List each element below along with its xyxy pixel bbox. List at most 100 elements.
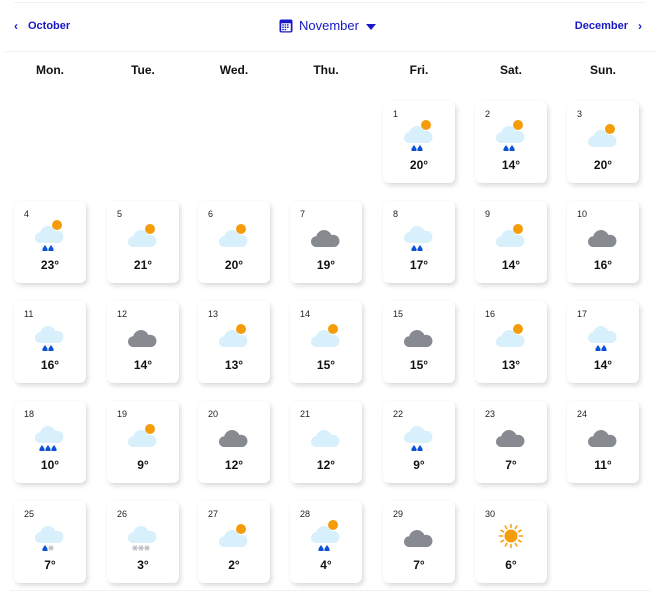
day-cell[interactable]: 5 21° — [107, 201, 179, 283]
chevron-right-icon: › — [638, 19, 642, 33]
day-number: 19 — [117, 409, 128, 419]
day-number: 11 — [24, 309, 34, 319]
month-selector-dropdown[interactable]: November — [279, 18, 376, 34]
header-divider — [4, 51, 656, 52]
day-temperature: 17° — [409, 258, 429, 272]
day-cell[interactable]: 8 17° — [383, 201, 455, 283]
day-cell[interactable]: 16 13° — [475, 301, 547, 383]
weekday-label: Thu. — [313, 63, 339, 77]
day-cell[interactable]: 2 14° — [475, 101, 547, 183]
day-number: 10 — [577, 209, 588, 219]
day-number: 25 — [24, 509, 35, 519]
day-cell[interactable]: 25 7° — [14, 501, 86, 583]
day-cell[interactable]: 12 14° — [107, 301, 179, 383]
cloudy-icon — [310, 430, 340, 447]
day-cell[interactable]: 11 16° — [14, 301, 86, 383]
day-temperature: 7° — [413, 558, 425, 572]
calendar-icon — [279, 19, 293, 33]
current-month-label: November — [299, 18, 359, 33]
day-number: 16 — [485, 309, 496, 319]
day-cell[interactable]: 13 13° — [198, 301, 270, 383]
day-temperature: 4° — [320, 558, 332, 572]
day-cell[interactable]: 14 15° — [290, 301, 362, 383]
day-temperature: 14° — [133, 358, 153, 372]
partly-cloudy-rain-icon — [310, 520, 340, 551]
day-number: 28 — [300, 509, 311, 519]
day-temperature: 15° — [409, 358, 429, 372]
day-cell[interactable]: 1 20° — [383, 101, 455, 183]
day-cell[interactable]: 7 19° — [290, 201, 362, 283]
partly-cloudy-icon — [218, 224, 248, 247]
day-number: 7 — [300, 209, 306, 219]
heavy-rain-icon — [34, 426, 64, 451]
day-cell[interactable]: 21 12° — [290, 401, 362, 483]
day-temperature: 2° — [228, 558, 240, 572]
partly-cloudy-icon — [127, 424, 157, 447]
day-number: 24 — [577, 409, 588, 419]
day-temperature: 7° — [44, 558, 56, 572]
day-cell[interactable]: 17 14° — [567, 301, 639, 383]
overcast-icon — [310, 230, 340, 247]
snow-icon — [127, 526, 157, 551]
chevron-left-icon: ‹ — [14, 19, 18, 33]
rain-icon — [403, 426, 433, 451]
weekday-header: Mon. Tue. Wed. Thu. Fri. Sat. Sun. — [0, 63, 660, 79]
day-number: 23 — [485, 409, 496, 419]
day-cell[interactable]: 4 23° — [14, 201, 86, 283]
day-temperature: 15° — [316, 358, 336, 372]
day-temperature: 19° — [316, 258, 336, 272]
sunny-icon — [498, 523, 524, 549]
day-cell[interactable]: 20 12° — [198, 401, 270, 483]
day-temperature: 23° — [40, 258, 60, 272]
day-cell[interactable]: 24 11° — [567, 401, 639, 483]
day-cell[interactable]: 30 6° — [475, 501, 547, 583]
partly-cloudy-rain-icon — [495, 120, 525, 151]
day-cell[interactable]: 18 10° — [14, 401, 86, 483]
day-cell[interactable]: 15 15° — [383, 301, 455, 383]
partly-cloudy-icon — [587, 124, 617, 147]
overcast-icon — [587, 430, 617, 447]
day-temperature: 16° — [593, 258, 613, 272]
day-temperature: 14° — [501, 258, 521, 272]
day-number: 13 — [208, 309, 219, 319]
weekday-label: Sat. — [499, 63, 522, 77]
next-month-button[interactable]: December › — [575, 19, 642, 33]
overcast-icon — [403, 330, 433, 347]
day-cell[interactable]: 10 16° — [567, 201, 639, 283]
day-temperature: 14° — [593, 358, 613, 372]
day-cell[interactable]: 9 14° — [475, 201, 547, 283]
overcast-icon — [127, 330, 157, 347]
month-navigation: ‹ October November December › — [0, 14, 660, 42]
partly-cloudy-icon — [495, 224, 525, 247]
day-number: 29 — [393, 509, 404, 519]
day-temperature: 10° — [40, 458, 60, 472]
day-number: 9 — [485, 209, 491, 219]
day-cell[interactable]: 6 20° — [198, 201, 270, 283]
rain-icon — [587, 326, 617, 351]
day-number: 3 — [577, 109, 583, 119]
previous-month-button[interactable]: ‹ October — [14, 19, 70, 33]
next-month-label: December — [574, 20, 628, 32]
day-cell[interactable]: 27 2° — [198, 501, 270, 583]
top-divider — [14, 2, 646, 3]
weekday-label: Mon. — [36, 63, 64, 77]
weekday-label: Fri. — [409, 63, 429, 77]
day-cell[interactable]: 19 9° — [107, 401, 179, 483]
weekday-label: Wed. — [219, 63, 249, 77]
day-temperature: 6° — [505, 558, 517, 572]
day-temperature: 20° — [409, 158, 429, 172]
day-number: 5 — [117, 209, 123, 219]
day-cell[interactable]: 22 9° — [383, 401, 455, 483]
overcast-icon — [218, 430, 248, 447]
day-number: 22 — [393, 409, 404, 419]
day-temperature: 12° — [224, 458, 244, 472]
day-temperature: 16° — [40, 358, 60, 372]
day-temperature: 12° — [316, 458, 336, 472]
day-cell[interactable]: 28 4° — [290, 501, 362, 583]
day-cell[interactable]: 26 3° — [107, 501, 179, 583]
day-cell[interactable]: 3 20° — [567, 101, 639, 183]
day-cell[interactable]: 29 7° — [383, 501, 455, 583]
day-number: 2 — [485, 109, 491, 119]
day-temperature: 3° — [137, 558, 149, 572]
day-cell[interactable]: 23 7° — [475, 401, 547, 483]
